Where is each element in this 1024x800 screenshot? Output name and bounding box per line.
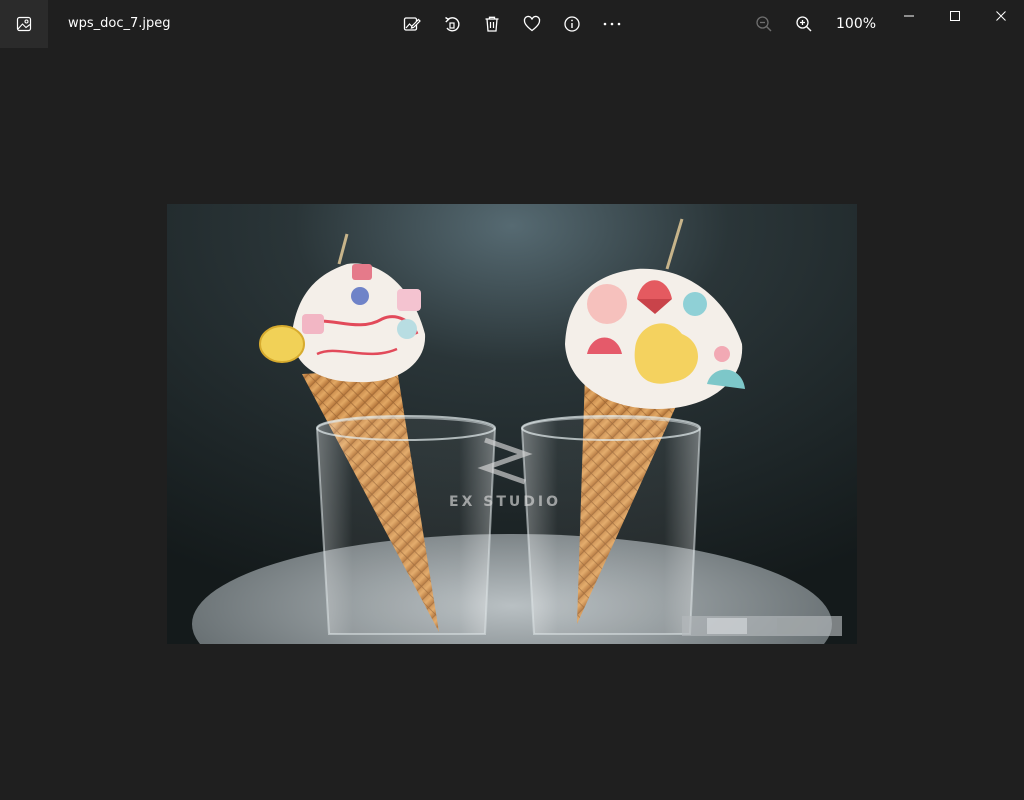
title-bar: wps_doc_7.jpeg 100% <box>0 0 1024 48</box>
zoom-controls: 100% <box>744 4 886 44</box>
minimize-icon <box>903 10 915 22</box>
maximize-icon <box>949 10 961 22</box>
photo-viewer-window: wps_doc_7.jpeg 100% EX STUDIO <box>0 0 1024 800</box>
info-icon <box>563 15 581 33</box>
rotate-icon <box>443 15 461 33</box>
zoom-out-icon <box>755 15 773 33</box>
photos-app-icon <box>16 16 32 32</box>
favorite-button[interactable] <box>512 4 552 44</box>
more-icon <box>602 15 622 33</box>
zoom-level-label[interactable]: 100% <box>836 16 886 32</box>
close-button[interactable] <box>978 0 1024 32</box>
minimize-button[interactable] <box>886 0 932 32</box>
zoom-out-button[interactable] <box>744 4 784 44</box>
file-name-title: wps_doc_7.jpeg <box>68 16 171 31</box>
rotate-button[interactable] <box>432 4 472 44</box>
zoom-in-button[interactable] <box>784 4 824 44</box>
ice-cream-photo: EX STUDIO <box>167 204 857 644</box>
trash-icon <box>483 15 501 33</box>
zoom-in-icon <box>795 15 813 33</box>
edit-image-icon <box>403 15 421 33</box>
heart-icon <box>523 15 541 33</box>
app-icon-button[interactable] <box>0 0 48 48</box>
edit-image-button[interactable] <box>392 4 432 44</box>
close-icon <box>995 10 1007 22</box>
watermark-text: EX STUDIO <box>449 494 561 510</box>
info-button[interactable] <box>552 4 592 44</box>
maximize-button[interactable] <box>932 0 978 32</box>
toolbar <box>392 4 632 44</box>
delete-button[interactable] <box>472 4 512 44</box>
window-controls <box>886 0 1024 32</box>
more-button[interactable] <box>592 4 632 44</box>
image-canvas[interactable]: EX STUDIO <box>167 204 857 644</box>
blurred-region <box>682 616 842 636</box>
